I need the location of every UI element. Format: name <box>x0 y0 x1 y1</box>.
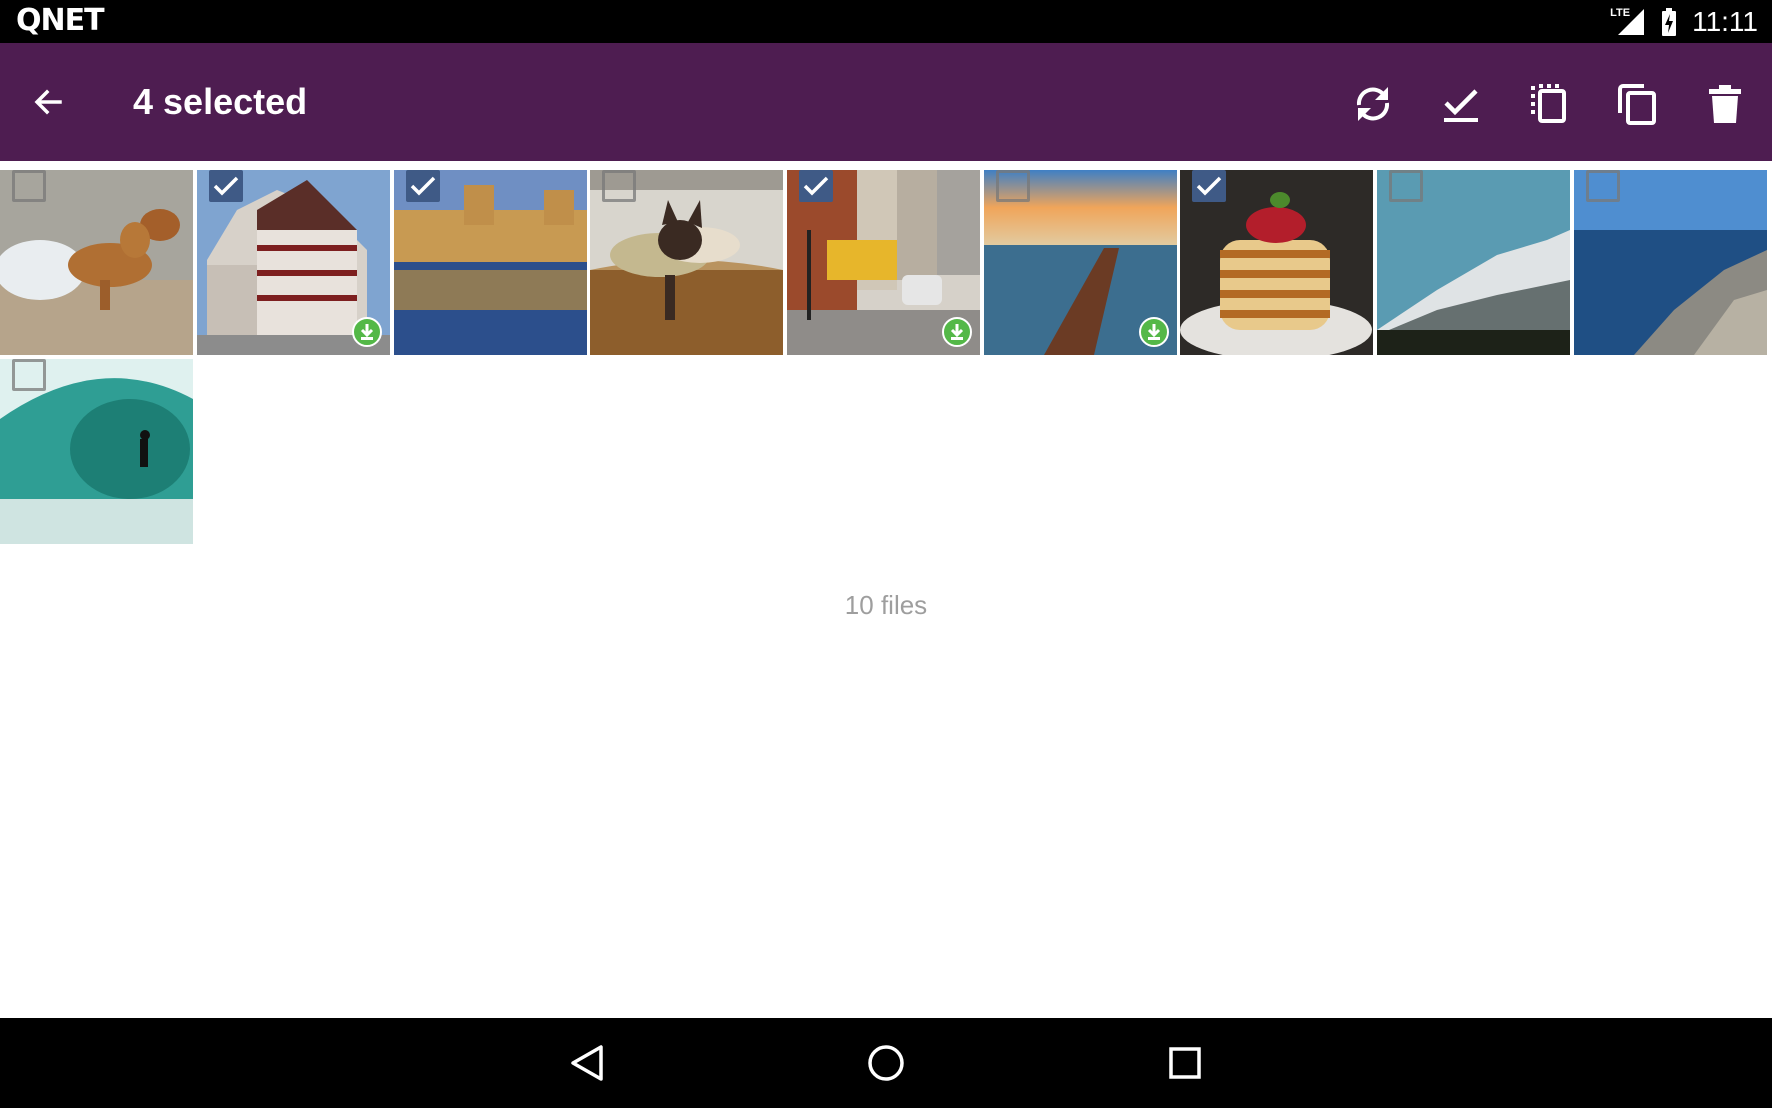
move-icon <box>1531 84 1566 123</box>
download-icon <box>1147 324 1161 340</box>
move-button[interactable] <box>1523 78 1575 130</box>
photo-tile[interactable] <box>0 170 193 355</box>
photo-tile[interactable] <box>0 359 193 544</box>
selection-count-title: 4 selected <box>133 81 308 122</box>
select-checkbox[interactable] <box>602 170 636 202</box>
system-nav-bar <box>0 1018 1772 1108</box>
select-checkbox-checked[interactable] <box>1192 170 1226 202</box>
select-checkbox-checked[interactable] <box>209 170 243 202</box>
status-indicators: LTE 11:11 <box>1610 0 1758 43</box>
copy-icon <box>1618 84 1656 125</box>
select-checkbox[interactable] <box>1389 170 1423 202</box>
select-checkbox[interactable] <box>12 170 46 202</box>
selection-toolbar: 4 selected <box>0 43 1772 161</box>
status-bar: QNET LTE 11:11 <box>0 0 1772 43</box>
nav-recents-button[interactable] <box>1160 1038 1210 1088</box>
photo-tile[interactable] <box>1574 170 1767 355</box>
signal-indicator: LTE <box>1610 7 1646 37</box>
check-icon <box>803 176 829 196</box>
trash-icon <box>1709 85 1741 123</box>
app-logo: QNET <box>16 3 105 38</box>
nav-back-icon <box>571 1045 603 1081</box>
nav-home-icon <box>868 1045 904 1081</box>
photo-tile[interactable] <box>1180 170 1373 355</box>
downloaded-badge <box>1139 317 1169 347</box>
delete-button[interactable] <box>1699 78 1751 130</box>
photo-tile[interactable] <box>984 170 1177 355</box>
select-all-button[interactable] <box>1435 78 1487 130</box>
select-checkbox-checked[interactable] <box>406 170 440 202</box>
check-icon <box>410 176 436 196</box>
signal-icon <box>1618 8 1645 35</box>
sync-button[interactable] <box>1347 78 1399 130</box>
sync-icon <box>1356 87 1390 121</box>
select-checkbox-checked[interactable] <box>799 170 833 202</box>
download-icon <box>950 324 964 340</box>
nav-recents-icon <box>1169 1047 1201 1079</box>
photo-tile[interactable] <box>1377 170 1570 355</box>
download-icon <box>360 324 374 340</box>
back-button[interactable] <box>24 78 72 126</box>
status-clock: 11:11 <box>1692 6 1758 37</box>
arrow-back-icon <box>34 89 62 115</box>
downloaded-badge <box>352 317 382 347</box>
select-checkbox[interactable] <box>1586 170 1620 202</box>
photo-tile[interactable] <box>197 170 390 355</box>
file-count-label: 10 files <box>844 590 928 620</box>
nav-home-button[interactable] <box>861 1038 911 1088</box>
battery-charging-icon <box>1662 7 1677 36</box>
downloaded-badge <box>942 317 972 347</box>
photo-tile[interactable] <box>394 170 587 355</box>
select-all-check-icon <box>1444 89 1478 122</box>
select-checkbox[interactable] <box>996 170 1030 202</box>
select-checkbox[interactable] <box>12 359 46 391</box>
photo-tile[interactable] <box>787 170 980 355</box>
nav-back-button[interactable] <box>562 1038 612 1088</box>
check-icon <box>1196 176 1222 196</box>
photo-tile[interactable] <box>590 170 783 355</box>
check-icon <box>213 176 239 196</box>
copy-button[interactable] <box>1611 78 1663 130</box>
